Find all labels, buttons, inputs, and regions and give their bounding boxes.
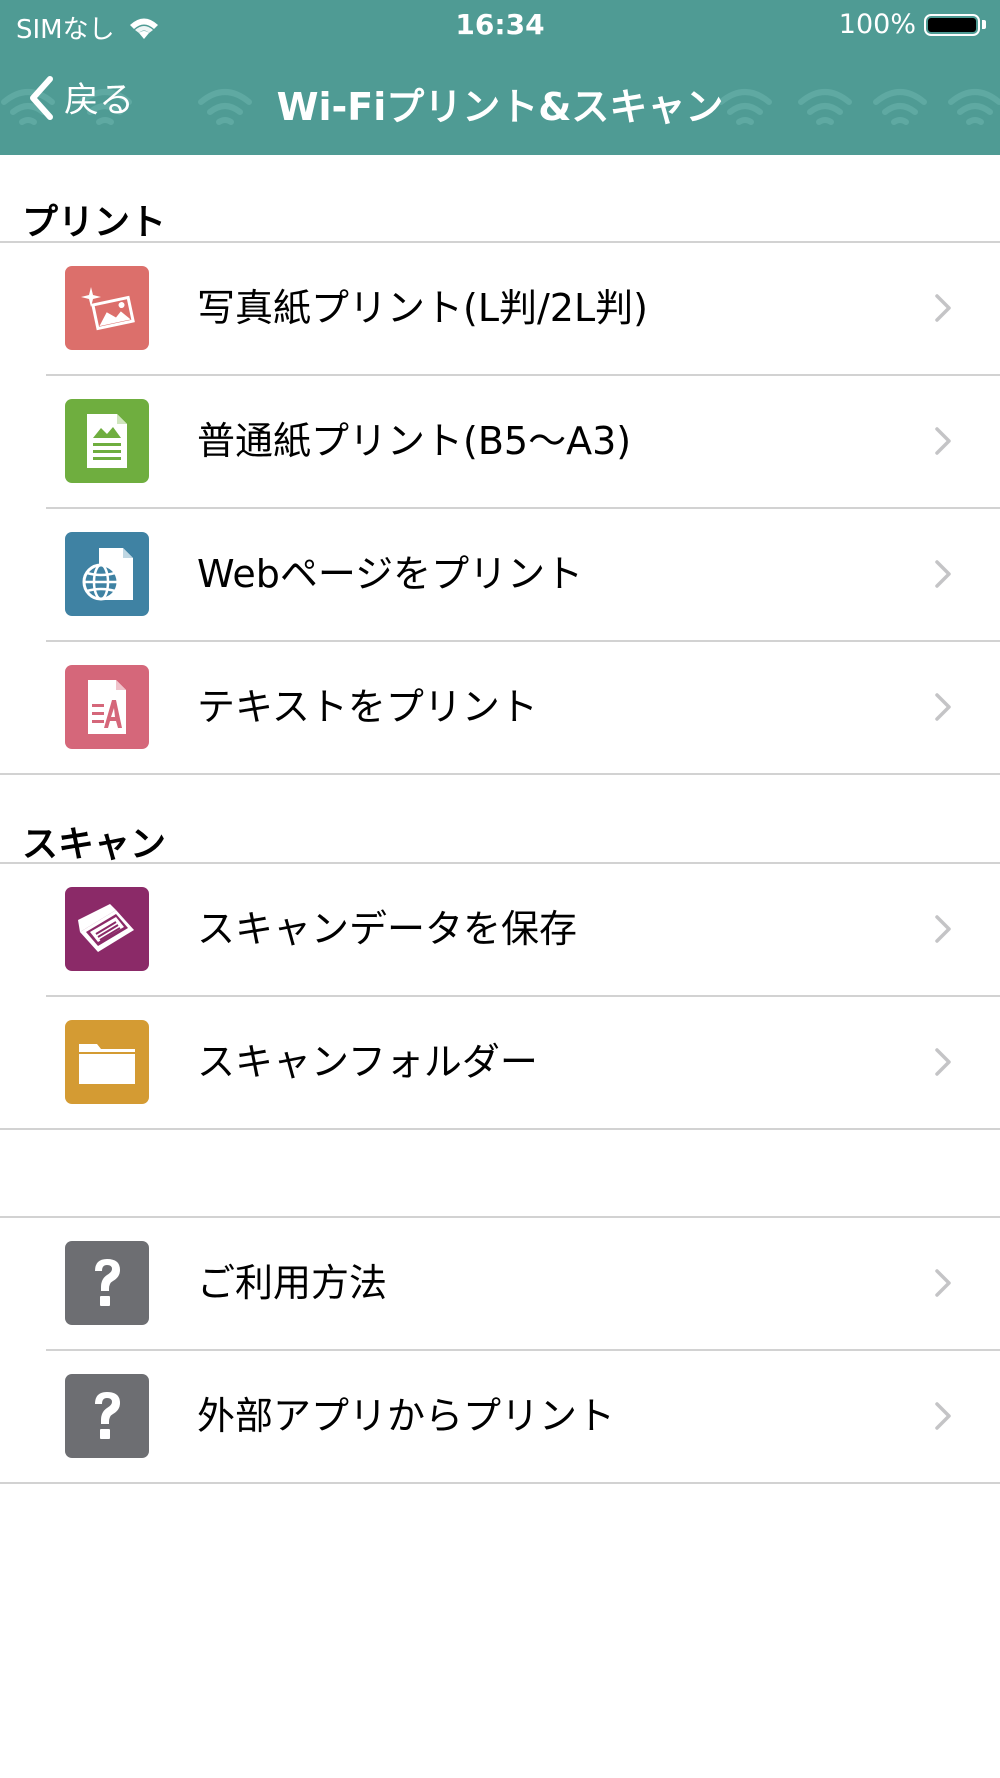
scanner-icon	[65, 887, 149, 971]
list-item-label: テキストをプリント	[197, 685, 538, 729]
battery-percentage: 100%	[838, 9, 916, 40]
page-title: Wi-Fiプリント&スキャン	[276, 85, 724, 129]
divider	[0, 1482, 1000, 1484]
document-print-icon	[65, 399, 149, 483]
navigation-header: SIMなし 16:34 100% 戻る Wi-Fiプリント&スキャン	[0, 0, 1000, 155]
help-icon	[65, 1374, 149, 1458]
divider	[0, 1128, 1000, 1130]
section-header-print: プリント	[22, 202, 167, 243]
folder-icon	[65, 1020, 149, 1104]
chevron-right-icon	[935, 427, 951, 455]
list-item-label: Webページをプリント	[197, 552, 584, 596]
list-item-usage-guide[interactable]: ご利用方法	[0, 1217, 1000, 1349]
battery-icon	[924, 13, 980, 36]
chevron-right-icon	[935, 915, 951, 943]
section-header-scan: スキャン	[22, 824, 167, 865]
photo-print-icon	[65, 266, 149, 350]
list-item-plain-paper-print[interactable]: 普通紙プリント(B5〜A3)	[0, 375, 1000, 507]
chevron-right-icon	[935, 1048, 951, 1076]
list-item-photo-print[interactable]: 写真紙プリント(L判/2L判)	[0, 242, 1000, 374]
list-item-text-print[interactable]: テキストをプリント	[0, 641, 1000, 773]
list-item-label: 外部アプリからプリント	[197, 1394, 616, 1438]
chevron-right-icon	[935, 1402, 951, 1430]
help-icon	[65, 1241, 149, 1325]
list-item-label: ご利用方法	[197, 1261, 388, 1305]
list-item-web-print[interactable]: Webページをプリント	[0, 508, 1000, 640]
chevron-right-icon	[935, 560, 951, 588]
web-print-icon	[65, 532, 149, 616]
list-item-external-app-print[interactable]: 外部アプリからプリント	[0, 1350, 1000, 1482]
battery-cap	[982, 20, 986, 29]
list-item-save-scan[interactable]: スキャンデータを保存	[0, 863, 1000, 995]
chevron-right-icon	[935, 1269, 951, 1297]
list-item-label: スキャンデータを保存	[197, 907, 578, 951]
chevron-right-icon	[935, 693, 951, 721]
list-item-scan-folder[interactable]: スキャンフォルダー	[0, 996, 1000, 1128]
status-right: 100%	[839, 9, 986, 40]
list-item-label: 普通紙プリント(B5〜A3)	[197, 419, 632, 463]
text-print-icon	[65, 665, 149, 749]
divider	[0, 773, 1000, 775]
list-item-label: スキャンフォルダー	[197, 1040, 538, 1084]
chevron-right-icon	[935, 294, 951, 322]
status-bar: SIMなし 16:34 100%	[0, 0, 1000, 50]
list-item-label: 写真紙プリント(L判/2L判)	[197, 286, 648, 330]
